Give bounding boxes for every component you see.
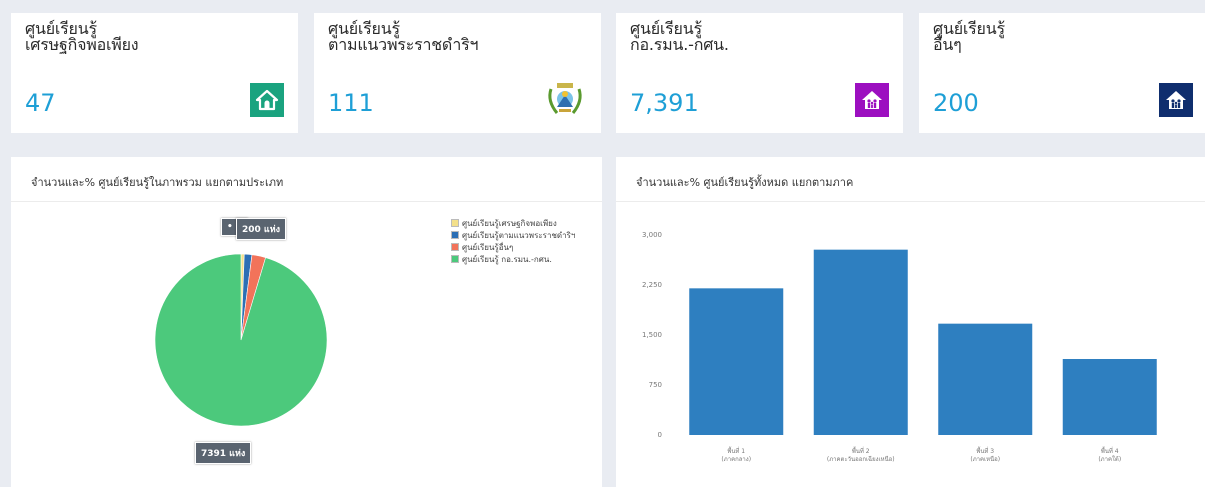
x-tick-label: พื้นที่ 3	[976, 445, 994, 455]
stat-title: ศูนย์เรียนรู้ อื่นๆ	[933, 19, 1005, 54]
stat-card-others[interactable]: ศูนย์เรียนรู้ อื่นๆ 200	[919, 13, 1205, 133]
bar[interactable]	[689, 288, 784, 435]
legend-label: ศูนย์เรียนรู้ กอ.รมน.-กศน.	[462, 254, 552, 264]
stat-value: 200	[933, 89, 979, 117]
legend-swatch	[451, 243, 459, 251]
legend-item[interactable]: ศูนย์เรียนรู้เศรษฐกิจพอเพียง	[451, 217, 575, 229]
family-house-icon	[1159, 83, 1193, 117]
legend-item[interactable]: ศูนย์เรียนรู้ตามแนวพระราชดำริฯ	[451, 229, 575, 241]
bar-chart-panel: จำนวนและ% ศูนย์เรียนรู้ทั้งหมด แยกตามภาค…	[616, 157, 1205, 487]
y-tick-label: 750	[649, 381, 662, 389]
x-tick-label: (ภาคเหนือ)	[970, 455, 1000, 463]
legend-item[interactable]: ศูนย์เรียนรู้ กอ.รมน.-กศน.	[451, 253, 575, 265]
family-house-icon	[855, 83, 889, 117]
x-tick-label: (ภาคใต้)	[1098, 455, 1121, 463]
bar[interactable]	[1062, 359, 1157, 435]
stat-title: ศูนย์เรียนรู้ ตามแนวพระราชดำริฯ	[328, 19, 479, 54]
pie-chart-panel: จำนวนและ% ศูนย์เรียนรู้ในภาพรวม แยกตามปร…	[11, 157, 602, 487]
bar-panel-title: จำนวนและ% ศูนย์เรียนรู้ทั้งหมด แยกตามภาค	[636, 176, 854, 189]
stat-card-sufficiency[interactable]: ศูนย์เรียนรู้ เศรษฐกิจพอเพียง 47	[11, 13, 298, 133]
bar[interactable]	[938, 323, 1033, 435]
stat-value: 111	[328, 89, 374, 117]
pie-slice[interactable]	[154, 253, 328, 427]
y-tick-label: 3,000	[642, 231, 662, 239]
stat-title: ศูนย์เรียนรู้ กอ.รมน.-กศน.	[630, 19, 729, 54]
stat-value: 7,391	[630, 89, 699, 117]
legend-swatch	[451, 231, 459, 239]
legend-swatch	[451, 219, 459, 227]
y-tick-label: 1,500	[642, 331, 662, 339]
pie-chart	[154, 253, 328, 427]
y-tick-label: 2,250	[642, 281, 662, 289]
stat-title: ศูนย์เรียนรู้ เศรษฐกิจพอเพียง	[25, 19, 139, 54]
x-tick-label: (ภาคกลาง)	[721, 456, 751, 463]
divider	[616, 201, 1205, 202]
royal-emblem-logo	[543, 79, 587, 119]
legend-item[interactable]: ศูนย์เรียนรู้อื่นๆ	[451, 241, 575, 253]
stat-card-isoc-nfe[interactable]: ศูนย์เรียนรู้ กอ.รมน.-กศน. 7,391	[616, 13, 903, 133]
stat-value: 47	[25, 89, 56, 117]
pie-panel-title: จำนวนและ% ศูนย์เรียนรู้ในภาพรวม แยกตามปร…	[31, 176, 284, 189]
stat-card-royal-initiative[interactable]: ศูนย์เรียนรู้ ตามแนวพระราชดำริฯ 111	[314, 13, 601, 133]
bar[interactable]	[813, 249, 908, 435]
bar-chart: 0 750 1,500 2,250 3,000 พื้นที่ 1(ภาคกลาง) พื้…	[642, 231, 1157, 463]
x-tick-label: พื้นที่ 2	[852, 445, 870, 455]
x-tick-label: พื้นที่ 1	[727, 445, 745, 455]
tooltip-top: 200 แห่ง	[236, 218, 287, 240]
home-icon	[250, 83, 284, 117]
x-tick-label: (ภาคตะวันออกเฉียงเหนือ)	[827, 455, 895, 463]
legend-swatch	[451, 255, 459, 263]
divider	[11, 201, 602, 202]
pie-legend: ศูนย์เรียนรู้เศรษฐกิจพอเพียง ศูนย์เรียนรู…	[451, 217, 575, 265]
x-tick-label: พื้นที่ 4	[1101, 445, 1119, 455]
tooltip-bottom: 7391 แห่ง	[195, 442, 252, 464]
y-tick-label: 0	[658, 431, 662, 439]
